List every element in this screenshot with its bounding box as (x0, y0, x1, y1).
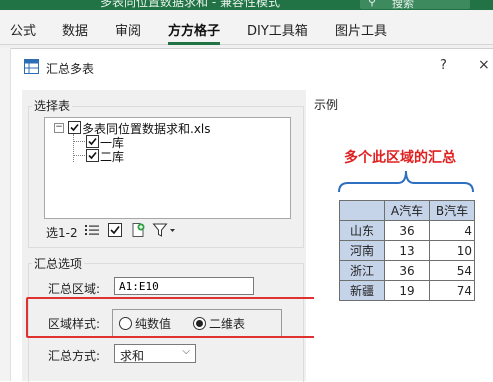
table-row: 河南 13 10 (339, 240, 475, 261)
tab-diy-toolbox[interactable]: DIY工具箱 (247, 20, 308, 39)
sheet-edge (0, 48, 11, 381)
search-label: 搜索 (392, 0, 414, 10)
example-title: 多个此区域的汇总 (344, 150, 456, 166)
table-row: 新疆 19 74 (339, 280, 475, 301)
select-table-label: 选择表 (32, 97, 73, 114)
table-cell (339, 200, 385, 221)
table-cell: 36 (384, 260, 430, 281)
collapse-icon[interactable]: − (54, 123, 64, 133)
table-cell: 4 (429, 220, 475, 241)
table-cell: 13 (384, 240, 430, 261)
summary-options-label: 汇总选项 (32, 255, 85, 272)
ribbon-tabs: 公式 数据 审阅 方方格子 DIY工具箱 图片工具 (0, 10, 493, 45)
table-cell: 36 (384, 220, 430, 241)
check-all-icon[interactable] (107, 222, 123, 238)
tab-data[interactable]: 数据 (62, 20, 88, 39)
method-select[interactable]: 求和 ⌵ (114, 344, 196, 363)
example-table: A汽车 B汽车 山东 36 4 河南 13 10 浙江 36 54 新疆 19 … (339, 200, 475, 301)
table-cell: 浙江 (339, 260, 385, 281)
area-label: 汇总区域: (48, 282, 101, 296)
table-icon (24, 59, 39, 74)
method-label: 汇总方式: (48, 349, 101, 363)
dialog-title: 汇总多表 (46, 62, 95, 76)
tab-fangfang[interactable]: 方方格子 (168, 20, 221, 45)
root-checkbox[interactable] (68, 121, 81, 134)
table-row: 浙江 36 54 (339, 260, 475, 281)
list-icon[interactable] (84, 222, 100, 238)
table-cell: 10 (429, 240, 475, 261)
highlight-frame (26, 297, 320, 338)
method-value: 求和 (120, 349, 145, 363)
excel-title-bar: 多表同位置数据求和 - 兼容性模式 ⚲ 搜索 (0, 0, 493, 10)
tab-picture-tools[interactable]: 图片工具 (335, 20, 387, 39)
search-icon: ⚲ (368, 0, 377, 8)
tab-formulas[interactable]: 公式 (10, 20, 36, 39)
example-label: 示例 (314, 98, 339, 112)
sheet-tree[interactable]: − 多表同位置数据求和.xls 一库 二库 (44, 117, 291, 219)
help-button[interactable]: ? (440, 58, 447, 73)
chevron-down-icon: ⌵ (182, 346, 190, 357)
table-cell: 山东 (339, 220, 385, 241)
area-input[interactable] (114, 277, 254, 295)
table-row: A汽车 B汽车 (339, 200, 475, 221)
close-button[interactable]: × (478, 57, 490, 73)
tree-item-sheet2[interactable]: 二库 (100, 148, 124, 165)
table-cell: A汽车 (384, 200, 430, 221)
add-file-icon[interactable] (130, 222, 146, 238)
sheet-checkbox-2[interactable] (86, 149, 99, 162)
table-cell: 新疆 (339, 280, 385, 301)
table-row: 山东 36 4 (339, 220, 475, 241)
table-cell: 河南 (339, 240, 385, 261)
table-cell: 54 (429, 260, 475, 281)
brace-icon (338, 170, 474, 193)
table-cell: B汽车 (429, 200, 475, 221)
workbook-title: 多表同位置数据求和 - 兼容性模式 (100, 0, 280, 9)
filter-dropdown-icon[interactable] (152, 222, 178, 238)
table-cell: 19 (384, 280, 430, 301)
selection-count: 选1-2 (46, 226, 78, 240)
sheet-checkbox-1[interactable] (86, 135, 99, 148)
table-cell: 74 (429, 280, 475, 301)
tab-review[interactable]: 审阅 (115, 20, 141, 39)
search-box[interactable]: ⚲ 搜索 (360, 0, 470, 10)
